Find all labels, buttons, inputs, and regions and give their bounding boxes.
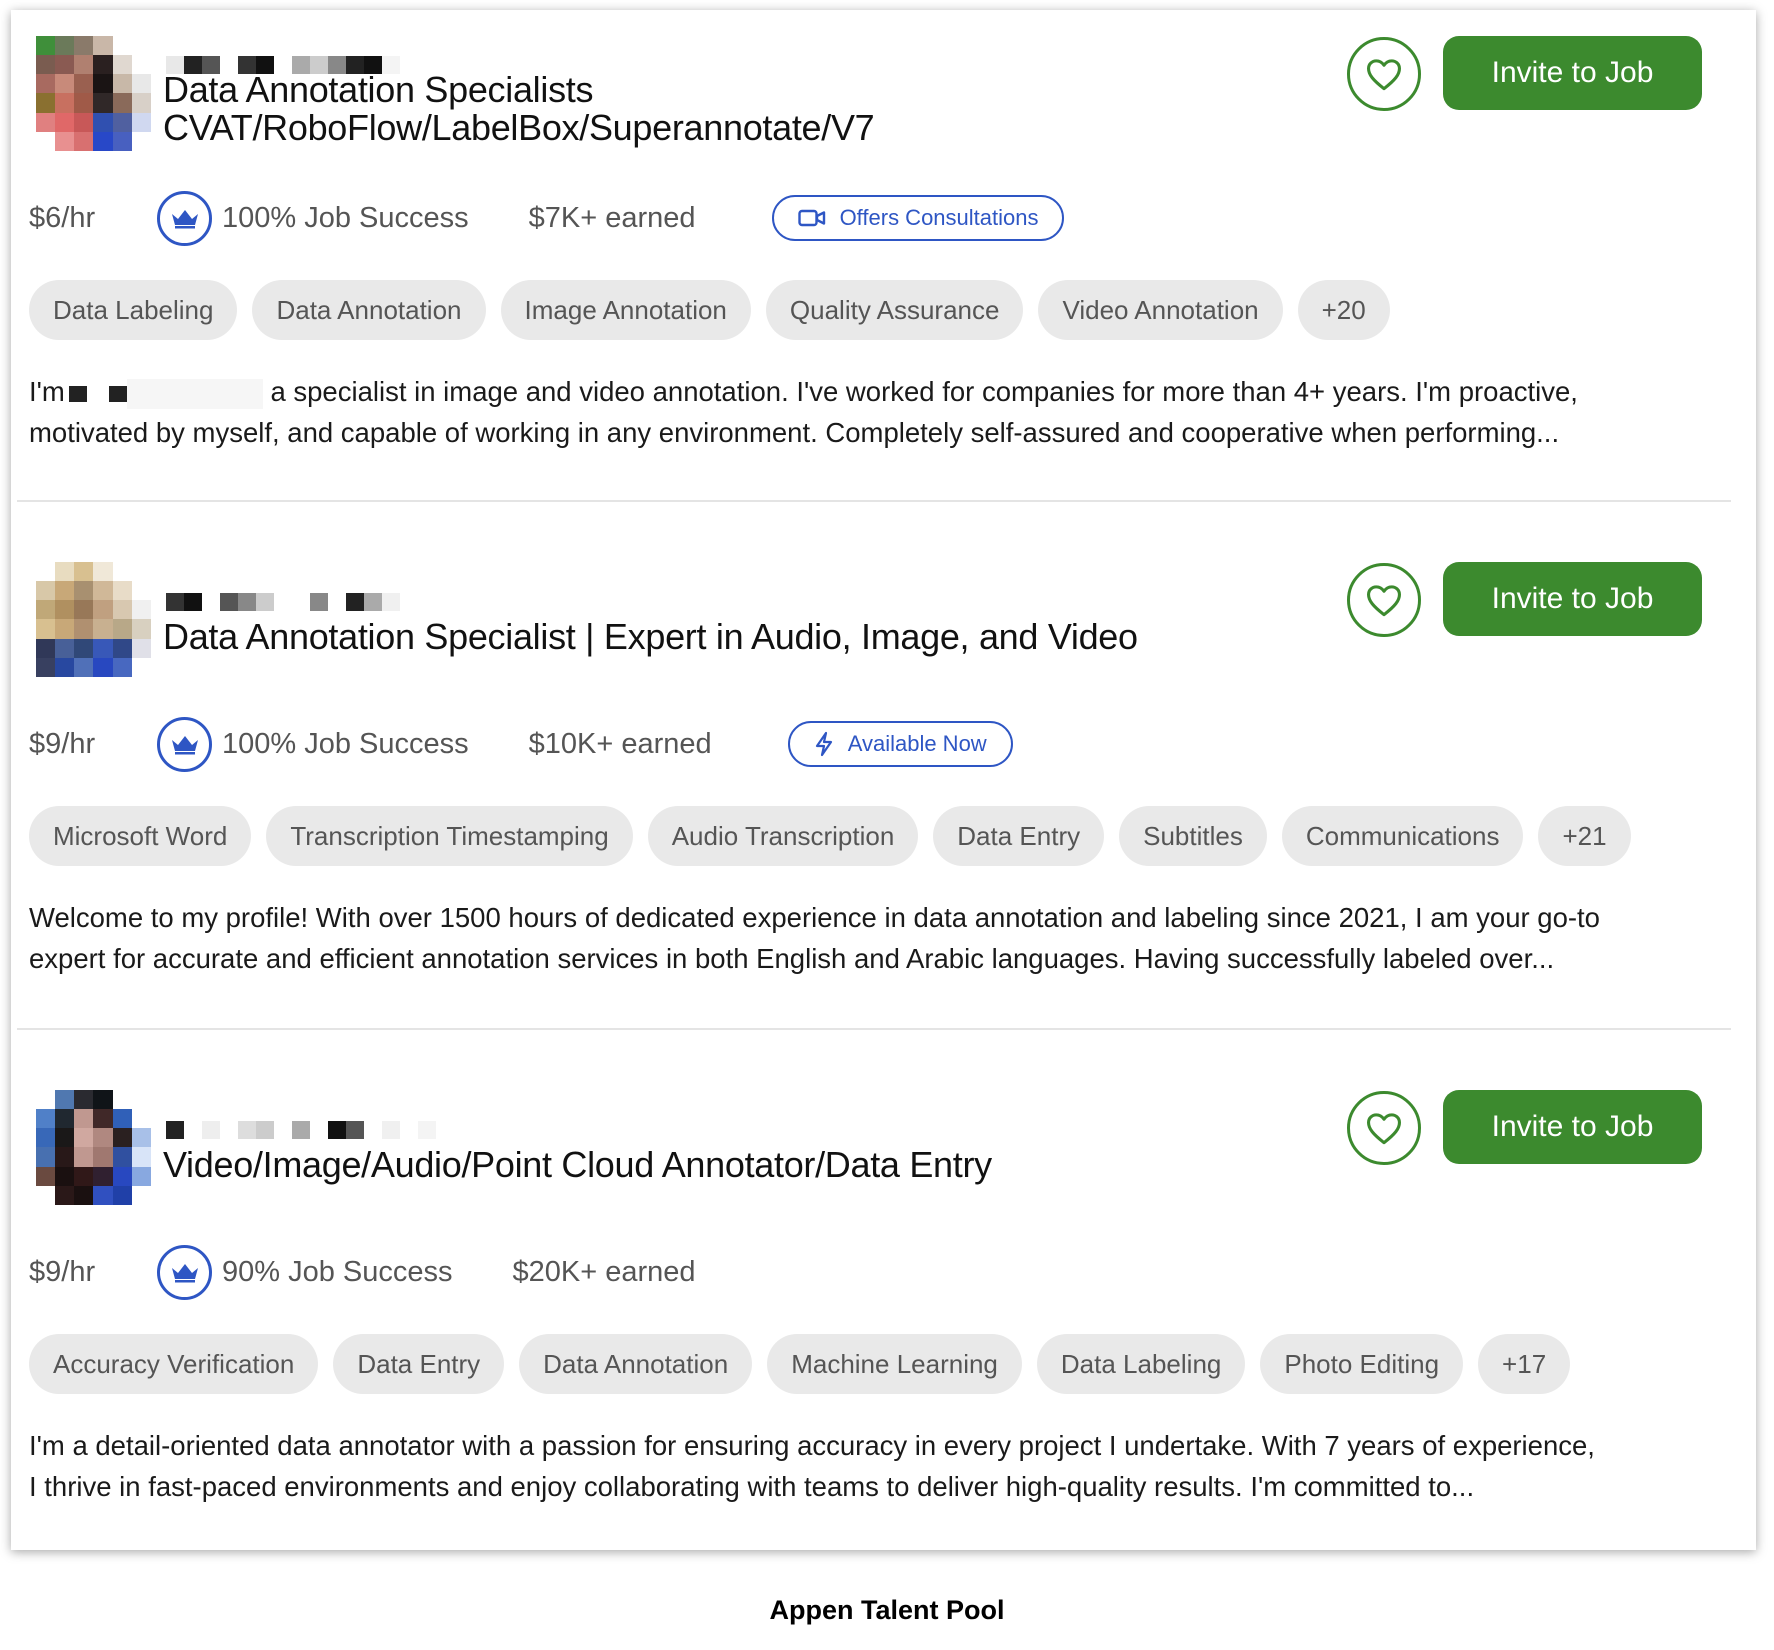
more-skills-tag[interactable]: +21	[1538, 806, 1631, 866]
save-favorite-button[interactable]	[1347, 1091, 1421, 1165]
offers-consultations-badge[interactable]: Offers Consultations	[771, 195, 1065, 241]
job-success: 90% Job Success	[222, 1255, 453, 1288]
heart-icon	[1367, 585, 1401, 617]
card-divider	[17, 1028, 1731, 1030]
skill-tag[interactable]: Photo Editing	[1260, 1334, 1464, 1394]
talent-list-panel: Data Annotation Specialists CVAT/RoboFlo…	[11, 10, 1756, 1550]
skill-tag[interactable]: Subtitles	[1119, 806, 1267, 866]
skill-tag[interactable]: Microsoft Word	[29, 806, 252, 866]
avatar[interactable]	[36, 1090, 151, 1205]
bio-text: a specialist in image and video annotati…	[270, 376, 1578, 407]
name-redacted	[166, 593, 400, 611]
bio-prefix: I'm	[29, 376, 65, 407]
name-redacted	[68, 385, 87, 402]
earned-amount: $7K+ earned	[528, 201, 696, 234]
title-line: Data Annotation Specialists	[163, 69, 594, 110]
heart-icon	[1367, 59, 1401, 91]
name-redacted	[166, 1121, 436, 1139]
title-line: Video/Image/Audio/Point Cloud Annotator/…	[163, 1144, 992, 1185]
card-divider	[17, 500, 1731, 502]
lightning-icon	[815, 731, 832, 757]
skill-tag[interactable]: Data Labeling	[29, 280, 238, 340]
profile-title[interactable]: Data Annotation Specialist | Expert in A…	[163, 618, 1138, 656]
invite-to-job-button[interactable]: Invite to Job	[1443, 1090, 1702, 1164]
skill-tag[interactable]: Transcription Timestamping	[266, 806, 633, 866]
freelancer-card: Data Annotation Specialists CVAT/RoboFlo…	[11, 10, 1756, 535]
skills-row: Microsoft Word Transcription Timestampin…	[29, 806, 1631, 866]
skill-tag[interactable]: Data Entry	[933, 806, 1105, 866]
title-line: Data Annotation Specialist | Expert in A…	[163, 616, 1138, 657]
skill-tag[interactable]: Communications	[1281, 806, 1524, 866]
bio-line: motivated by myself, and capable of work…	[29, 417, 1560, 448]
skills-row: Data Labeling Data Annotation Image Anno…	[29, 280, 1390, 340]
heart-icon	[1367, 1113, 1401, 1145]
skill-tag[interactable]: Image Annotation	[500, 280, 751, 340]
bio-line: I'm a specialist in image and video anno…	[29, 371, 1729, 412]
profile-bio: I'm a specialist in image and video anno…	[29, 371, 1729, 453]
avatar[interactable]	[36, 36, 151, 151]
job-success: 100% Job Success	[222, 201, 469, 234]
skill-tag[interactable]: Video Annotation	[1038, 280, 1283, 340]
figure-caption: Appen Talent Pool	[769, 1595, 1005, 1625]
name-redacted	[126, 378, 263, 409]
crown-badge-icon	[157, 716, 212, 772]
name-redacted	[108, 385, 127, 402]
video-camera-icon	[797, 209, 825, 227]
crown-badge-icon	[157, 190, 212, 246]
hourly-rate: $9/hr	[29, 727, 96, 760]
job-success: 100% Job Success	[222, 727, 469, 760]
crown-badge-icon	[157, 1244, 212, 1300]
title-line: CVAT/RoboFlow/LabelBox/Superannotate/V7	[163, 107, 875, 148]
skill-tag[interactable]: Quality Assurance	[765, 280, 1024, 340]
freelancer-card: Data Annotation Specialist | Expert in A…	[11, 537, 1756, 1062]
more-skills-tag[interactable]: +17	[1478, 1334, 1571, 1394]
skill-tag[interactable]: Audio Transcription	[647, 806, 919, 866]
bio-line: expert for accurate and efficient annota…	[29, 943, 1555, 974]
skill-tag[interactable]: Data Labeling	[1036, 1334, 1246, 1394]
invite-to-job-button[interactable]: Invite to Job	[1443, 562, 1702, 636]
earned-amount: $20K+ earned	[512, 1255, 696, 1288]
available-now-badge[interactable]: Available Now	[787, 721, 1013, 767]
stats-row: $9/hr 100% Job Success $10K+ earned Avai…	[29, 716, 1013, 772]
hourly-rate: $9/hr	[29, 1255, 96, 1288]
freelancer-card: Video/Image/Audio/Point Cloud Annotator/…	[11, 1065, 1756, 1590]
profile-bio: Welcome to my profile! With over 1500 ho…	[29, 897, 1729, 979]
name-redacted	[87, 379, 109, 409]
profile-bio: I'm a detail-oriented data annotator wit…	[29, 1425, 1729, 1507]
skill-tag[interactable]: Machine Learning	[767, 1334, 1022, 1394]
invite-to-job-button[interactable]: Invite to Job	[1443, 36, 1702, 110]
bio-line: Welcome to my profile! With over 1500 ho…	[29, 902, 1600, 933]
skill-tag[interactable]: Data Annotation	[519, 1334, 753, 1394]
save-favorite-button[interactable]	[1347, 563, 1421, 637]
hourly-rate: $6/hr	[29, 201, 96, 234]
badge-label: Offers Consultations	[839, 205, 1039, 230]
skill-tag[interactable]: Data Annotation	[252, 280, 486, 340]
skills-row: Accuracy Verification Data Entry Data An…	[29, 1334, 1571, 1394]
badge-label: Available Now	[847, 731, 987, 756]
avatar[interactable]	[36, 562, 151, 677]
bio-line: I thrive in fast-paced environments and …	[29, 1471, 1475, 1502]
save-favorite-button[interactable]	[1347, 37, 1421, 111]
bio-line: I'm a detail-oriented data annotator wit…	[29, 1430, 1595, 1461]
more-skills-tag[interactable]: +20	[1297, 280, 1390, 340]
skill-tag[interactable]: Data Entry	[333, 1334, 505, 1394]
profile-title[interactable]: Data Annotation Specialists CVAT/RoboFlo…	[163, 69, 875, 148]
profile-title[interactable]: Video/Image/Audio/Point Cloud Annotator/…	[163, 1146, 992, 1184]
stats-row: $9/hr 90% Job Success $20K+ earned	[29, 1244, 772, 1300]
earned-amount: $10K+ earned	[528, 727, 712, 760]
stats-row: $6/hr 100% Job Success $7K+ earned Offer…	[29, 190, 1065, 246]
skill-tag[interactable]: Accuracy Verification	[29, 1334, 319, 1394]
